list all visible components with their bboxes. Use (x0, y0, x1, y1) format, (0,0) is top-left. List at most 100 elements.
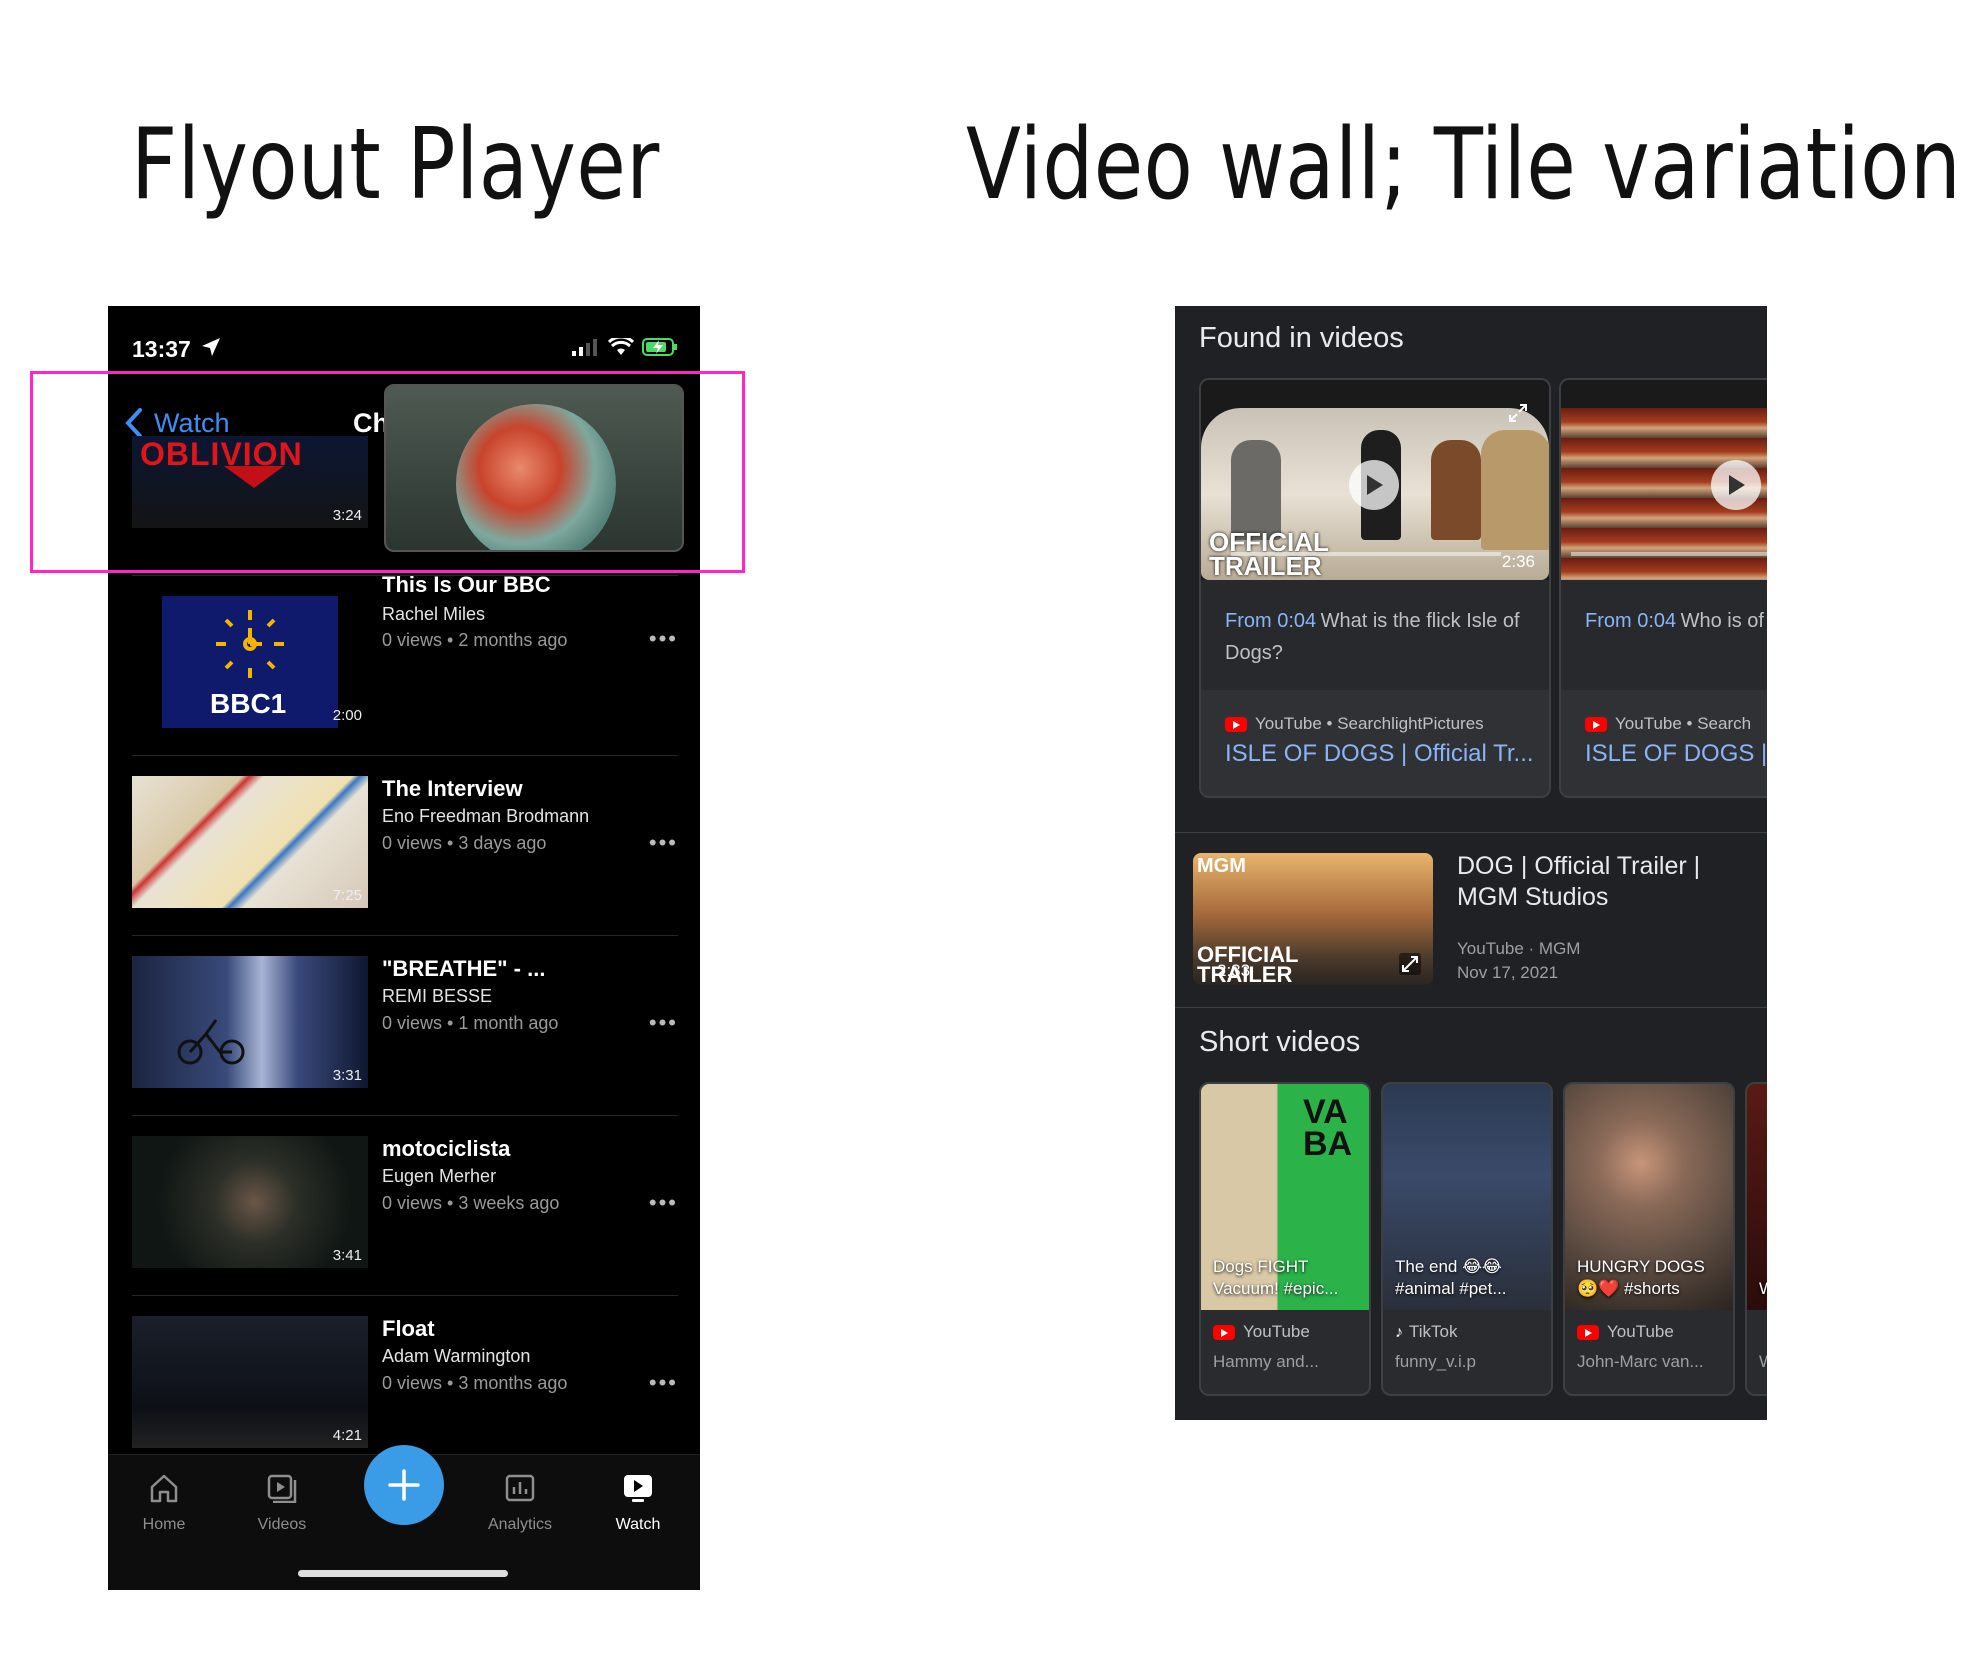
video-source: YouTube • SearchlightPictures (1255, 714, 1484, 733)
card-body: From 0:04 Who is of Dogs? (1561, 580, 1767, 690)
matched-question: Who is of Dogs? (1680, 610, 1767, 632)
video-source: YouTube • Search (1615, 714, 1752, 733)
video-thumbnail: The end 😂😂 #animal #pet... (1383, 1084, 1551, 1310)
short-video-card[interactable]: HUNGRY DOGS 🥺❤️ #shorts YouTube John-Mar… (1563, 1082, 1735, 1396)
video-link[interactable]: ISLE OF DOGS | (1585, 740, 1767, 768)
video-thumbnail: VA BA Dogs FIGHT Vacuum! #epic... (1201, 1084, 1369, 1310)
video-thumbnail: 3:31 (132, 956, 368, 1088)
progress-bar[interactable] (1571, 552, 1767, 556)
mgm-logo-text: MGM (1197, 855, 1246, 877)
thumbnail-title-text: VA BA (1303, 1093, 1353, 1163)
video-result-row[interactable]: MGM OFFICIAL TRAILER 2:33 DOG | Official… (1175, 832, 1767, 1008)
short-caption: W E (1759, 1278, 1767, 1300)
location-arrow-icon (202, 338, 220, 356)
video-row[interactable]: 3:31 "BREATHE" - ... REMI BESSE 0 views … (132, 936, 678, 1116)
flyout-player-heading: Flyout Player (131, 108, 660, 222)
tab-watch[interactable]: Watch (588, 1473, 688, 1534)
video-meta: 0 views • 3 months ago (382, 1373, 568, 1393)
more-options-button[interactable]: ••• (649, 626, 678, 652)
short-video-card[interactable]: VA BA Dogs FIGHT Vacuum! #epic... YouTub… (1199, 1082, 1371, 1396)
video-title: Float (382, 1316, 435, 1341)
battery-charging-icon (642, 338, 677, 356)
video-thumbnail (1561, 380, 1767, 580)
play-button[interactable] (1711, 460, 1761, 510)
youtube-icon (1213, 1325, 1235, 1341)
thumbnail-title-text: OFFICIAL TRAILER (1197, 942, 1299, 986)
short-author: John-Marc van... (1577, 1352, 1704, 1371)
video-thumbnail: OFFICIAL TRAILER 2:36 (1201, 380, 1549, 580)
short-author: funny_v.i.p (1395, 1352, 1476, 1371)
tab-analytics[interactable]: Analytics (470, 1473, 570, 1534)
clock-icon (216, 610, 284, 678)
short-caption: The end 😂😂 #animal #pet... (1395, 1257, 1507, 1298)
tiktok-icon: ♪ (1395, 1324, 1403, 1341)
more-options-button[interactable]: ••• (649, 1190, 678, 1216)
short-source: YouTube (1607, 1322, 1674, 1341)
video-title: This Is Our BBC (382, 572, 551, 597)
video-duration: 7:25 (332, 887, 362, 904)
video-thumbnail: MGM OFFICIAL TRAILER 2:33 (1193, 853, 1433, 985)
video-title[interactable]: DOG | Official Trailer | MGM Studios (1457, 851, 1747, 913)
video-duration: 2:36 (1501, 552, 1535, 571)
video-link[interactable]: ISLE OF DOGS | Official Tr... (1225, 740, 1534, 768)
more-options-button[interactable]: ••• (649, 1010, 678, 1036)
found-video-card[interactable]: From 0:04 Who is of Dogs? YouTube • Sear… (1559, 378, 1767, 798)
video-duration: 2:00 (332, 707, 362, 724)
video-meta: 0 views • 3 days ago (382, 833, 547, 853)
bicycle-icon (177, 1019, 245, 1065)
tab-home[interactable]: Home (114, 1473, 214, 1534)
video-thumbnail: 3:41 (132, 1136, 368, 1268)
tab-label: Videos (257, 1516, 307, 1533)
video-duration: 3:31 (332, 1067, 362, 1084)
short-videos-heading: Short videos (1199, 1026, 1361, 1058)
timestamp-link[interactable]: From 0:04 (1225, 610, 1316, 632)
timestamp-link[interactable]: From 0:04 (1585, 610, 1676, 632)
youtube-icon (1225, 717, 1247, 733)
video-row[interactable]: 7:25 The Interview Eno Freedman Brodmann… (132, 756, 678, 936)
play-button[interactable] (1349, 460, 1399, 510)
short-caption: HUNGRY DOGS 🥺❤️ #shorts (1577, 1257, 1705, 1298)
tab-label: Analytics (487, 1516, 553, 1533)
card-footer: YouTube • SearchlightPictures ISLE OF DO… (1201, 690, 1549, 796)
tab-label: Watch (615, 1516, 661, 1533)
add-video-button[interactable] (364, 1445, 444, 1525)
tab-label: Home (142, 1516, 186, 1533)
video-thumbnail: BBC1 2:00 (132, 596, 368, 728)
video-thumbnail: 4:21 (132, 1316, 368, 1448)
video-wall-heading: Video wall; Tile variation (966, 108, 1962, 222)
watch-icon (624, 1475, 652, 1502)
status-time: 13:37 (132, 336, 191, 362)
video-author: Eno Freedman Brodmann (382, 806, 590, 826)
videos-icon (267, 1474, 297, 1504)
expand-icon[interactable] (1507, 402, 1529, 424)
video-row[interactable]: BBC1 2:00 This Is Our BBC Rachel Miles 0… (132, 572, 678, 756)
more-options-button[interactable]: ••• (649, 830, 678, 856)
video-title: motociclista (382, 1136, 511, 1161)
short-video-card[interactable]: W E W (1745, 1082, 1767, 1396)
video-meta: 0 views • 1 month ago (382, 1013, 559, 1033)
short-source: YouTube (1243, 1322, 1310, 1341)
more-options-button[interactable]: ••• (649, 1370, 678, 1396)
expand-icon[interactable] (1399, 953, 1421, 975)
video-author: Rachel Miles (382, 604, 486, 624)
short-video-card[interactable]: The end 😂😂 #animal #pet... ♪ TikTok funny… (1381, 1082, 1553, 1396)
progress-bar[interactable] (1231, 552, 1501, 556)
short-source: TikTok (1409, 1322, 1458, 1341)
youtube-icon (1585, 717, 1607, 733)
video-title: The Interview (382, 776, 523, 801)
play-icon (1367, 475, 1383, 495)
play-icon (1729, 475, 1745, 495)
short-caption: Dogs FIGHT Vacuum! #epic... (1213, 1257, 1339, 1298)
video-meta: 0 views • 3 weeks ago (382, 1193, 560, 1213)
video-row[interactable]: 3:41 motociclista Eugen Merher 0 views •… (132, 1116, 678, 1296)
video-duration: 3:41 (332, 1247, 362, 1264)
card-footer: YouTube • Search ISLE OF DOGS | (1561, 690, 1767, 796)
found-video-card[interactable]: OFFICIAL TRAILER 2:36 From 0:04 What is … (1199, 378, 1551, 798)
home-icon (150, 1474, 178, 1503)
video-thumbnail: 7:25 (132, 776, 368, 908)
video-author: Adam Warmington (382, 1346, 531, 1366)
short-author: Hammy and... (1213, 1352, 1319, 1371)
tab-videos[interactable]: Videos (232, 1473, 332, 1534)
video-author: REMI BESSE (382, 986, 493, 1006)
video-duration: 2:33 (1217, 961, 1251, 980)
